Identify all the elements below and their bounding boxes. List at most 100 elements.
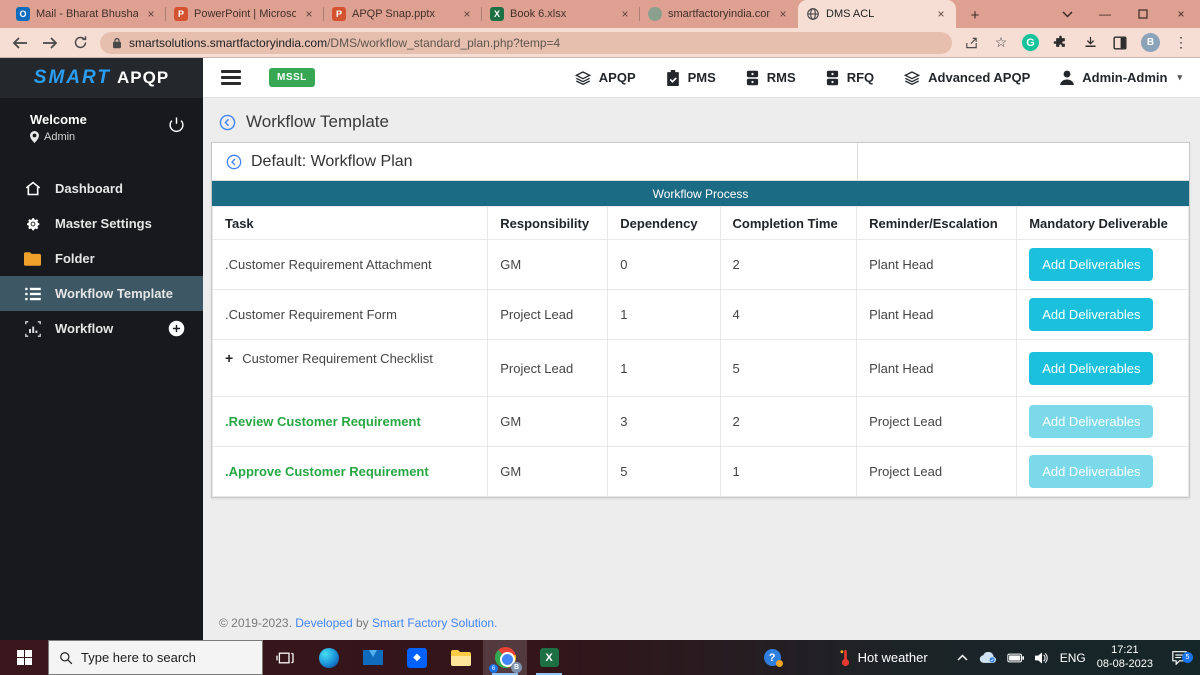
reminder-cell: Plant Head bbox=[857, 240, 1017, 290]
help-icon[interactable]: ? bbox=[764, 649, 781, 666]
sidebar-item-label: Master Settings bbox=[55, 216, 152, 231]
mail-icon[interactable] bbox=[351, 640, 395, 675]
bookmark-star-icon[interactable]: ☆ bbox=[992, 34, 1010, 52]
nav-advanced-apqp[interactable]: Advanced APQP bbox=[904, 70, 1030, 85]
browser-profile-avatar[interactable]: B bbox=[1141, 33, 1160, 52]
tab-close-icon[interactable]: × bbox=[144, 7, 158, 21]
nav-pms[interactable]: PMS bbox=[666, 70, 716, 86]
sidebar-item-folder[interactable]: Folder bbox=[0, 241, 203, 276]
minimize-button[interactable]: — bbox=[1086, 0, 1124, 28]
clipboard-check-icon bbox=[666, 70, 680, 86]
chrome-taskbar-icon[interactable]: B 6 bbox=[483, 640, 527, 675]
forward-icon[interactable] bbox=[40, 33, 60, 53]
sidebar-item-workflow[interactable]: Workflow bbox=[0, 311, 203, 346]
tab-close-icon[interactable]: × bbox=[776, 7, 790, 21]
company-badge[interactable]: MSSL bbox=[269, 68, 315, 87]
company-link[interactable]: Smart Factory Solution. bbox=[372, 616, 497, 630]
download-icon[interactable] bbox=[1081, 34, 1099, 52]
excel-icon: X bbox=[490, 7, 504, 21]
back-icon[interactable] bbox=[10, 33, 30, 53]
extensions-puzzle-icon[interactable] bbox=[1051, 34, 1069, 52]
add-deliverables-button[interactable]: Add Deliverables bbox=[1029, 298, 1153, 331]
excel-taskbar-icon[interactable]: X bbox=[527, 640, 571, 675]
task-cell: +Customer Requirement Checklist bbox=[213, 340, 488, 397]
sidebar-item-master-settings[interactable]: Master Settings bbox=[0, 206, 203, 241]
developed-link[interactable]: Developed bbox=[295, 616, 352, 630]
weather-widget[interactable]: Hot weather bbox=[840, 649, 928, 667]
location-pin-icon bbox=[30, 131, 39, 143]
table-row: +Customer Requirement Checklist Project … bbox=[213, 340, 1189, 397]
edge-icon[interactable] bbox=[307, 640, 351, 675]
dependency-cell: 5 bbox=[608, 447, 720, 497]
task-view-icon[interactable] bbox=[263, 640, 307, 675]
tab-title: PowerPoint | Microsoft 365 bbox=[194, 8, 296, 20]
sidebar: SMART APQP Welcome Admin Dashboard bbox=[0, 58, 203, 640]
tab-close-icon[interactable]: × bbox=[460, 7, 474, 21]
add-deliverables-button-disabled[interactable]: Add Deliverables bbox=[1029, 405, 1153, 438]
nav-apqp[interactable]: APQP bbox=[575, 70, 636, 85]
add-deliverables-button[interactable]: Add Deliverables bbox=[1029, 352, 1153, 385]
tray-chevron-up-icon[interactable] bbox=[957, 654, 968, 661]
chevron-down-icon: ▾ bbox=[1177, 72, 1182, 83]
completion-time-cell: 1 bbox=[720, 447, 857, 497]
hamburger-menu-icon[interactable] bbox=[221, 70, 241, 85]
tab-apqp-snap[interactable]: P APQP Snap.pptx × bbox=[324, 0, 482, 28]
file-explorer-icon[interactable] bbox=[439, 640, 483, 675]
speaker-icon[interactable] bbox=[1035, 652, 1049, 664]
page-title-text: Workflow Template bbox=[246, 112, 389, 132]
layers-icon bbox=[575, 71, 591, 85]
search-icon bbox=[59, 651, 73, 665]
reading-mode-icon[interactable] bbox=[1111, 34, 1129, 52]
add-workflow-plus-icon[interactable] bbox=[168, 320, 185, 337]
top-navigation: APQP PMS RMS RFQ bbox=[575, 70, 1182, 86]
sidebar-item-label: Dashboard bbox=[55, 181, 123, 196]
maximize-button[interactable] bbox=[1124, 0, 1162, 28]
reload-icon[interactable] bbox=[70, 33, 90, 53]
browser-menu-kebab-icon[interactable]: ⋮ bbox=[1172, 34, 1190, 52]
add-deliverables-button-disabled[interactable]: Add Deliverables bbox=[1029, 455, 1153, 488]
close-window-button[interactable]: × bbox=[1162, 0, 1200, 28]
col-completion-time: Completion Time bbox=[720, 207, 857, 240]
add-deliverables-button[interactable]: Add Deliverables bbox=[1029, 248, 1153, 281]
task-cell: .Customer Requirement Form bbox=[213, 290, 488, 340]
welcome-block: Welcome Admin bbox=[0, 98, 203, 153]
tab-book6[interactable]: X Book 6.xlsx × bbox=[482, 0, 640, 28]
nav-rms[interactable]: RMS bbox=[746, 70, 796, 86]
back-circle-icon[interactable] bbox=[219, 114, 236, 131]
grammarly-extension-icon[interactable]: G bbox=[1022, 34, 1039, 51]
sidebar-item-workflow-template[interactable]: Workflow Template bbox=[0, 276, 203, 311]
tab-smartfactoryindia[interactable]: smartfactoryindia.com/pro × bbox=[640, 0, 798, 28]
welcome-label: Welcome bbox=[30, 112, 187, 127]
tab-close-icon[interactable]: × bbox=[934, 7, 948, 21]
onedrive-cloud-icon[interactable] bbox=[979, 652, 996, 663]
nav-label: PMS bbox=[688, 70, 716, 85]
tab-search-chevron-icon[interactable] bbox=[1048, 0, 1086, 28]
sidebar-item-label: Workflow Template bbox=[55, 286, 173, 301]
folder-icon bbox=[24, 252, 41, 266]
battery-icon[interactable] bbox=[1007, 653, 1024, 663]
nav-rfq[interactable]: RFQ bbox=[826, 70, 874, 86]
system-tray: ? Hot weather ENG 17:21 0 bbox=[764, 640, 1200, 675]
logout-power-icon[interactable] bbox=[168, 116, 185, 133]
language-indicator[interactable]: ENG bbox=[1060, 651, 1086, 665]
tab-close-icon[interactable]: × bbox=[618, 7, 632, 21]
back-circle-icon[interactable] bbox=[226, 154, 242, 170]
expand-plus-icon[interactable]: + bbox=[225, 350, 233, 366]
address-bar[interactable]: smartsolutions.smartfactoryindia.com/DMS… bbox=[100, 32, 952, 54]
sidebar-item-dashboard[interactable]: Dashboard bbox=[0, 171, 203, 206]
col-mandatory-deliverable: Mandatory Deliverable bbox=[1017, 207, 1189, 240]
dropbox-icon[interactable]: ◆ bbox=[395, 640, 439, 675]
tab-close-icon[interactable]: × bbox=[302, 7, 316, 21]
tab-powerpoint[interactable]: P PowerPoint | Microsoft 365 × bbox=[166, 0, 324, 28]
taskbar-search[interactable]: Type here to search bbox=[48, 640, 263, 675]
outlook-icon: O bbox=[16, 7, 30, 21]
reminder-cell: Project Lead bbox=[857, 447, 1017, 497]
share-icon[interactable] bbox=[962, 34, 980, 52]
user-menu[interactable]: Admin-Admin ▾ bbox=[1060, 70, 1182, 85]
start-button[interactable] bbox=[0, 640, 48, 675]
action-center-icon[interactable]: 5 bbox=[1164, 650, 1194, 665]
taskbar-clock[interactable]: 17:21 08-08-2023 bbox=[1097, 644, 1153, 672]
tab-dms-acl-active[interactable]: DMS ACL × bbox=[798, 0, 956, 28]
new-tab-button[interactable]: + bbox=[962, 2, 988, 28]
tab-mail[interactable]: O Mail - Bharat Bhushan - Ou × bbox=[8, 0, 166, 28]
